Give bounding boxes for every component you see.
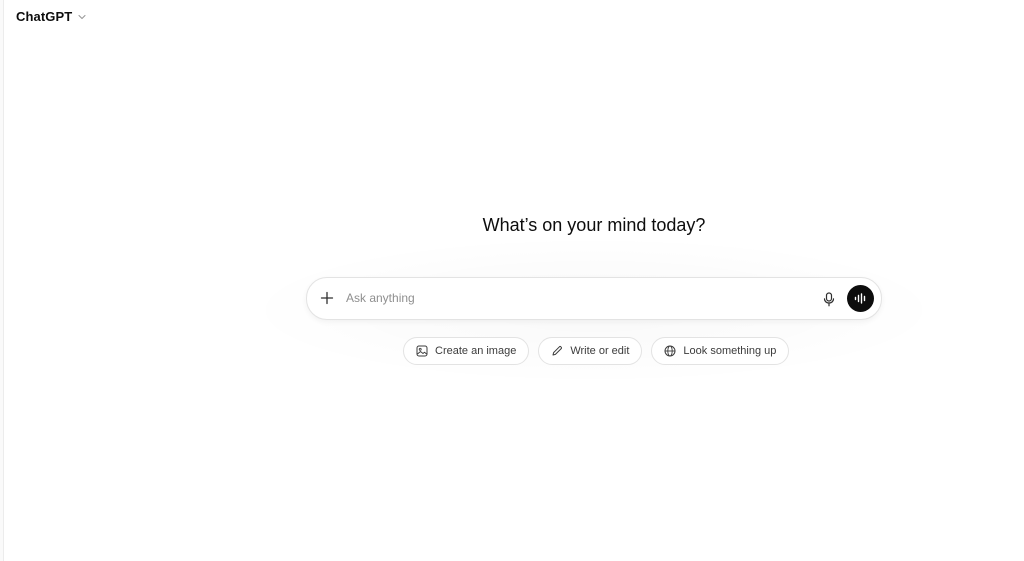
voice-mode-button[interactable] <box>847 285 874 312</box>
microphone-icon[interactable] <box>821 290 837 308</box>
model-switcher[interactable]: ChatGPT <box>16 9 88 24</box>
chevron-down-icon <box>76 11 88 23</box>
image-icon <box>416 345 428 357</box>
voice-waveform-icon <box>854 293 866 304</box>
write-edit-chip[interactable]: Write or edit <box>538 337 643 365</box>
globe-icon <box>664 345 676 357</box>
suggestion-chips: Create an image Write or edit Look somet… <box>403 337 790 365</box>
chip-label: Create an image <box>435 345 517 357</box>
prompt-input[interactable] <box>346 288 806 308</box>
create-image-chip[interactable]: Create an image <box>403 337 530 365</box>
chip-label: Write or edit <box>570 345 630 357</box>
plus-icon[interactable] <box>319 290 335 306</box>
pencil-icon <box>551 345 563 357</box>
composer <box>306 277 882 320</box>
model-name: ChatGPT <box>16 9 73 24</box>
app-window: ChatGPT What’s on your mind today? Ask a… <box>0 0 1024 561</box>
look-something-up-chip[interactable]: Look something up <box>651 337 790 365</box>
page-heading: What’s on your mind today? <box>482 215 706 235</box>
sidebar-edge <box>0 0 4 561</box>
chip-label: Look something up <box>683 345 777 357</box>
